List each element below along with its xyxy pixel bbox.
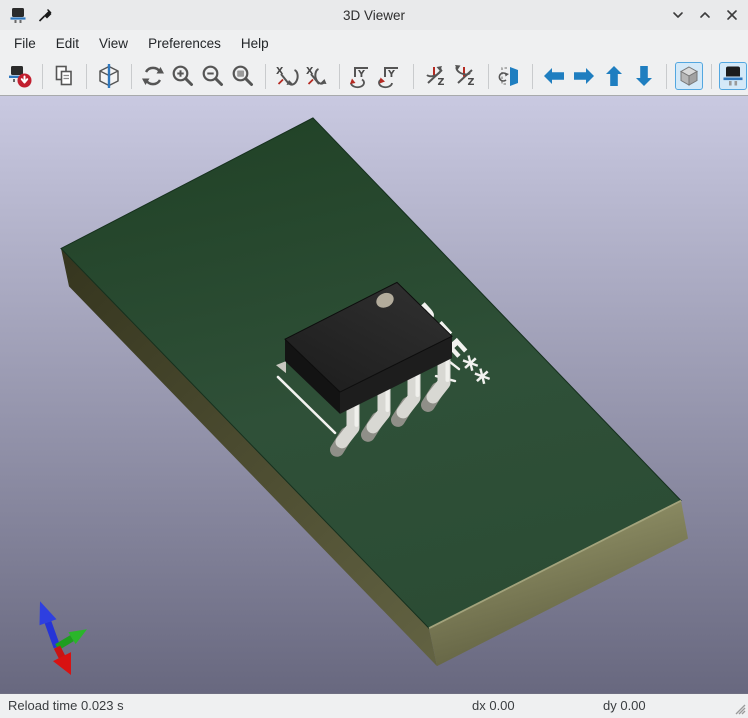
rotate-y-cw-button[interactable]: Y [347,62,375,90]
rotate-y-ccw-button[interactable]: Y [377,62,405,90]
zoom-in-icon [172,65,193,86]
titlebar[interactable]: 3D Viewer [0,0,748,30]
maximize-button[interactable] [697,7,713,23]
rotate-x-ccw-button[interactable]: X [303,62,331,90]
rotate-x-counterclockwise-icon: X [306,66,327,85]
svg-text:Y: Y [357,69,365,80]
app-3d-viewer-icon [8,5,28,25]
pin-icon[interactable] [36,6,54,24]
zoom-fit-icon [232,65,253,86]
flip-board-button[interactable] [496,62,524,90]
close-button[interactable] [724,7,740,23]
move-right-button[interactable] [570,62,598,90]
orthographic-cube-icon [679,66,698,86]
close-icon [727,10,737,20]
x-axis-shaft [53,645,66,659]
menu-view[interactable]: View [89,32,138,55]
reload-board-button[interactable] [6,62,34,90]
window-controls [670,7,740,23]
move-down-button[interactable] [630,62,658,90]
menu-file[interactable]: File [4,32,46,55]
toolbar: X X Y Y Z Z [0,57,748,95]
zoom-fit-button[interactable] [229,62,257,90]
dy-status: dy 0.00 [603,698,646,713]
dx-status: dx 0.00 [472,698,515,713]
chevron-up-icon [700,12,710,18]
rotate-y-clockwise-icon: Y [350,67,369,89]
zoom-out-button[interactable] [199,62,227,90]
chevron-down-icon [673,12,683,18]
show-3d-models-toggle[interactable] [718,62,747,90]
copy-icon [55,65,73,86]
rotate-z-ccw-button[interactable]: Z [452,62,480,90]
svg-text:Y: Y [387,69,395,80]
orthographic-projection-toggle[interactable] [674,62,703,90]
menu-edit[interactable]: Edit [46,32,89,55]
rotate-y-counterclockwise-icon: Y [378,67,399,89]
refresh-icon [141,66,164,86]
flip-board-icon [498,67,519,86]
svg-text:Z: Z [437,77,444,88]
zoom-in-button[interactable] [169,62,197,90]
rotate-z-clockwise-icon: Z [426,66,444,88]
svg-text:Z: Z [467,77,474,88]
3d-viewport[interactable]: REF** [0,95,748,694]
rotate-z-counterclockwise-icon: Z [454,65,474,88]
menubar: File Edit View Preferences Help [0,30,748,57]
reload-time-status: Reload time 0.023 s [8,698,124,713]
copy-image-button[interactable] [50,62,78,90]
rotate-x-cw-button[interactable]: X [273,62,301,90]
arrow-right-icon [574,68,595,84]
arrow-down-icon [636,66,653,86]
statusbar: Reload time 0.023 s dx 0.00 dy 0.00 [0,694,748,717]
raytracing-button[interactable] [95,62,123,90]
rotate-z-cw-button[interactable]: Z [422,62,450,90]
arrow-up-icon [606,66,623,86]
transistor-model-icon [723,66,743,86]
menu-preferences[interactable]: Preferences [138,32,231,55]
zoom-out-icon [202,65,223,86]
arrow-left-icon [544,68,565,84]
rotate-x-clockwise-icon: X [276,66,299,86]
redraw-button[interactable] [139,62,167,90]
reload-board-icon [9,66,32,88]
window-title: 3D Viewer [342,7,406,23]
shade-button[interactable] [670,7,686,23]
raytracing-cube-icon [98,64,119,88]
move-left-button[interactable] [540,62,568,90]
move-up-button[interactable] [600,62,628,90]
menu-help[interactable]: Help [231,32,279,55]
resize-grip[interactable] [732,701,746,715]
